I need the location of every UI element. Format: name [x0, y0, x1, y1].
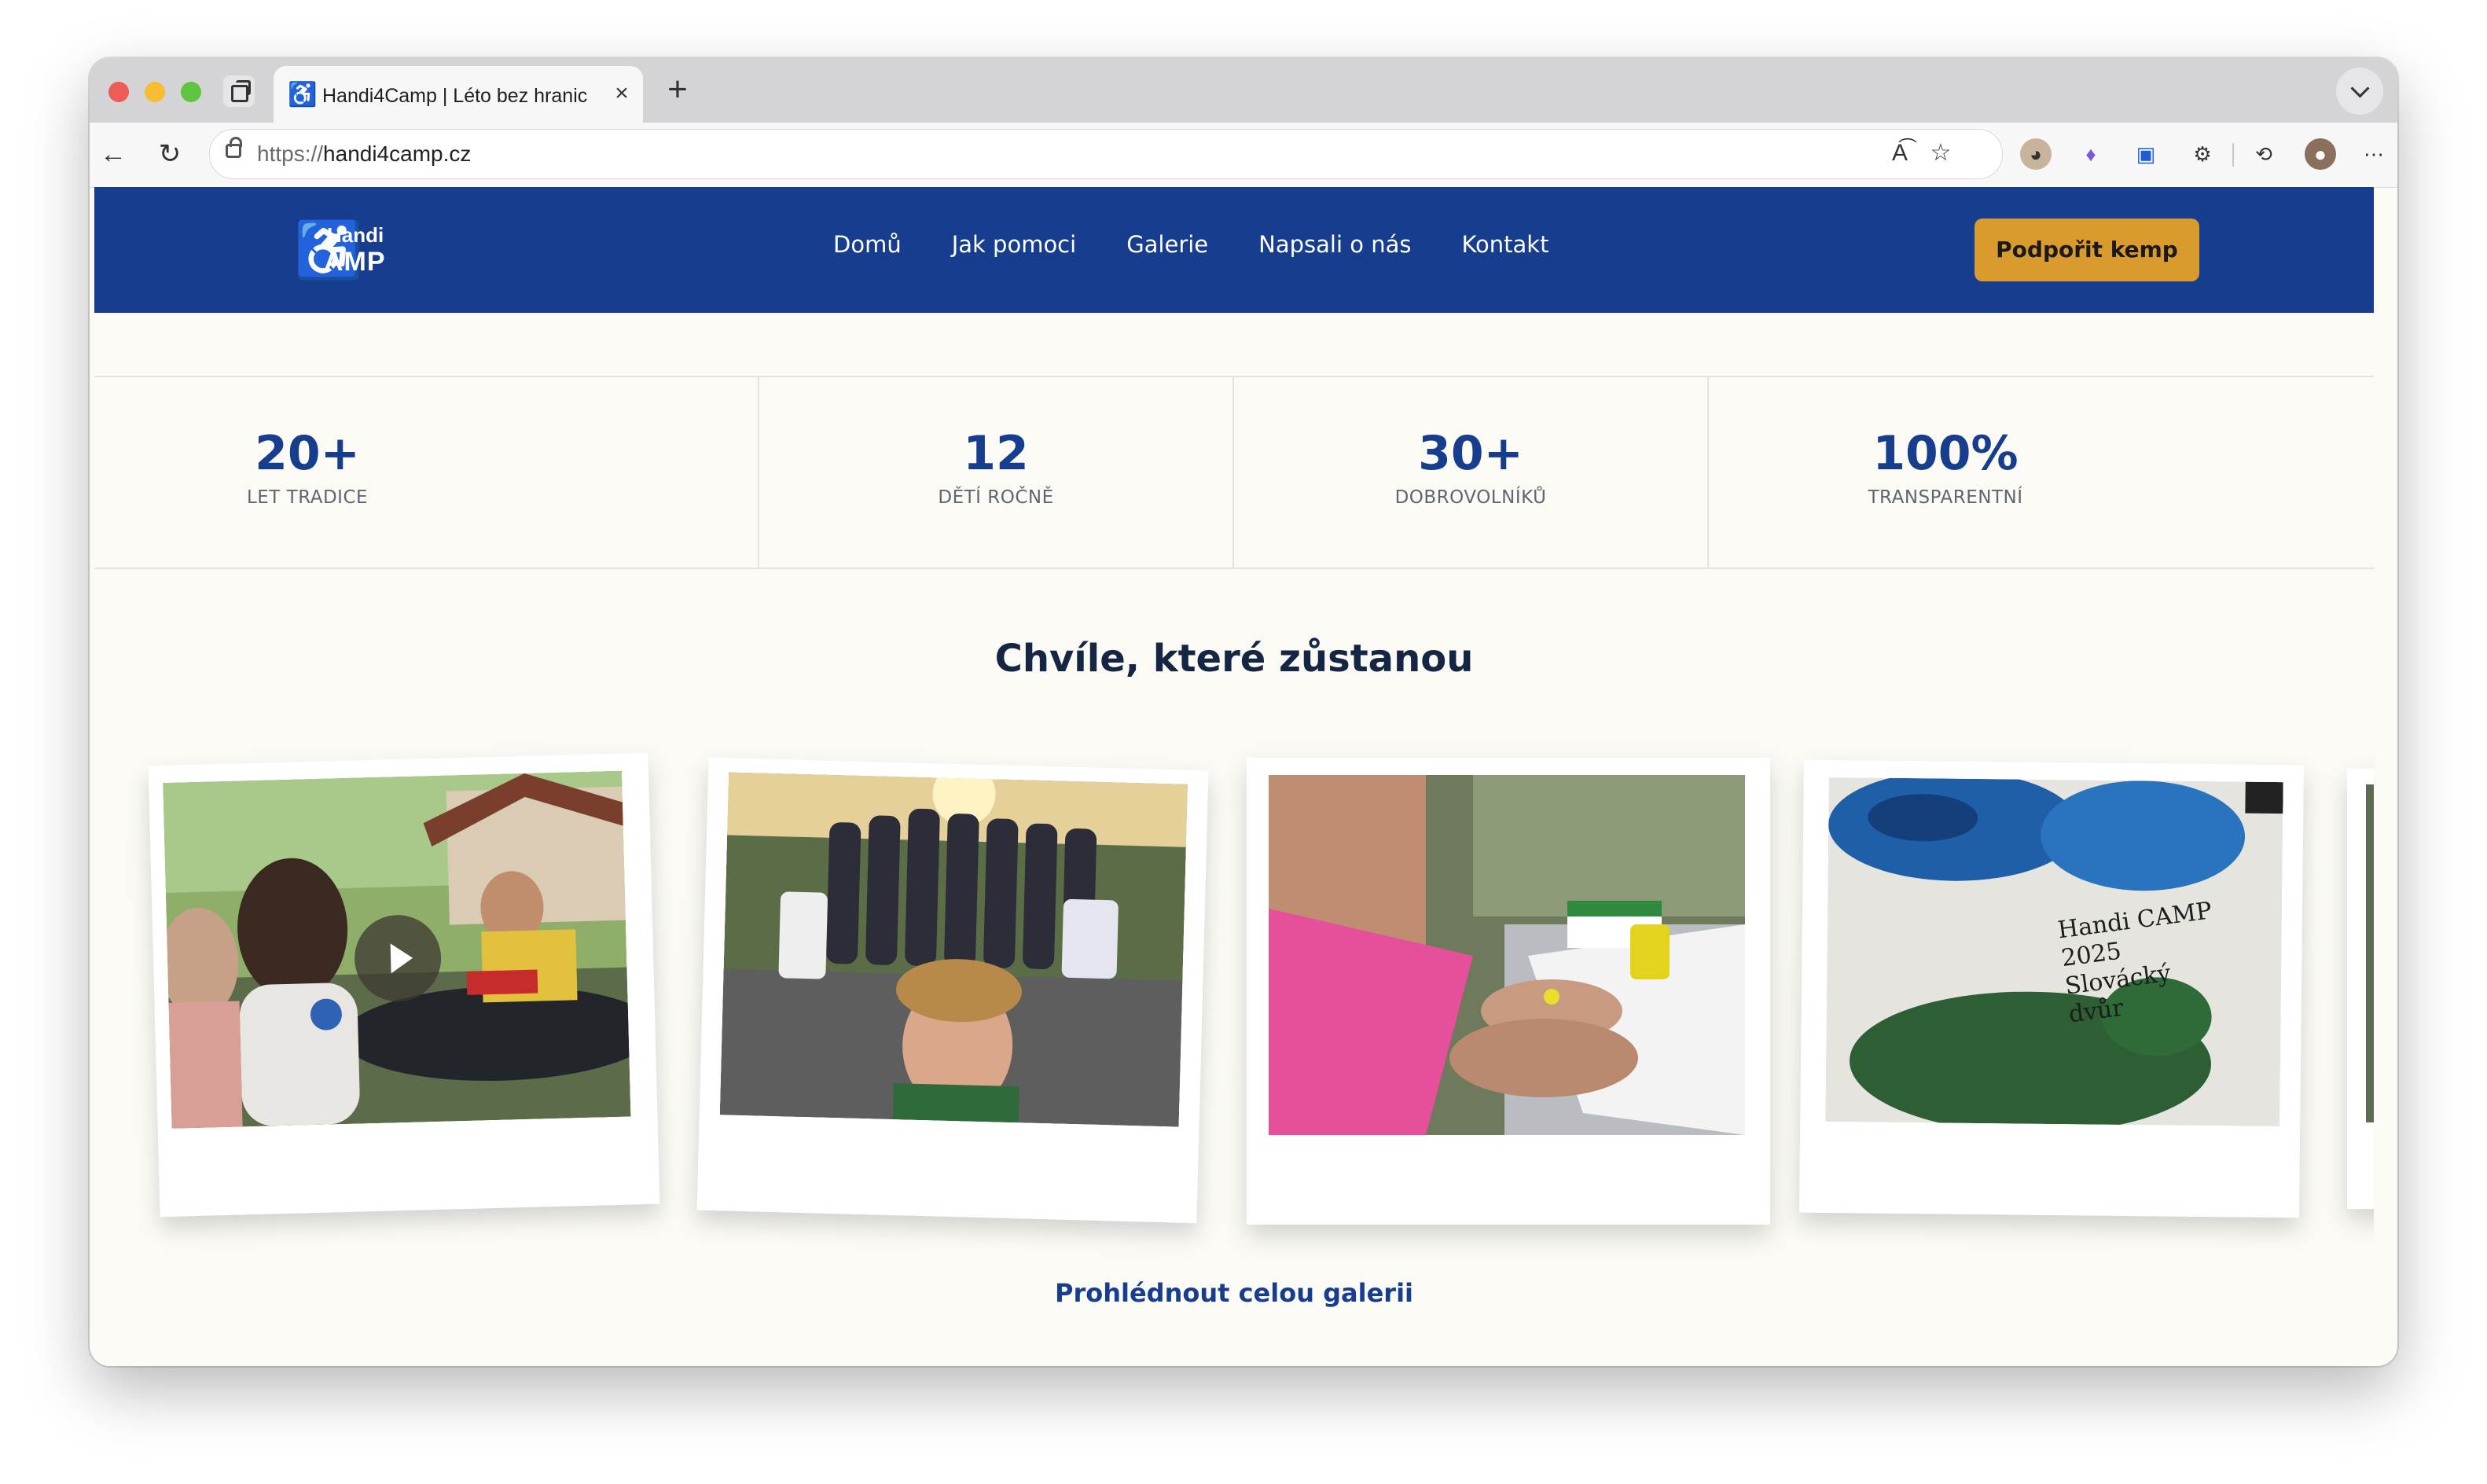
extension-crystal-icon[interactable]: ♦ [2075, 138, 2107, 170]
nav-link-galerie[interactable]: Galerie [1126, 231, 1208, 258]
photo-painting-hands [1269, 775, 1745, 1135]
stat-value: 100% [1872, 426, 2019, 481]
photo-frame: Handi CAMP 2025 Slovácký dvůr [1825, 777, 2283, 1127]
stat-item: 12 DĚTÍ ROČNĚ [759, 377, 1232, 568]
bag-printed-text: Handi CAMP 2025 Slovácký dvůr [2055, 897, 2214, 1029]
stat-item: 20+ LET TRADICE [141, 377, 473, 568]
tab-share-icon[interactable]: ▣ [2130, 138, 2162, 170]
wheelchair-icon: ♿ [288, 82, 318, 108]
photo-group-selfie [719, 772, 1188, 1127]
site-navbar: ♿ Handi AMP Domů Jak pomoci Galerie Naps… [94, 187, 2374, 313]
back-arrow-icon[interactable]: ← [96, 137, 130, 171]
logo-text-bottom: AMP [324, 247, 386, 277]
more-menu-icon[interactable]: ⋯ [2358, 138, 2390, 170]
tab-strip: ♿ Handi4Camp | Léto bez hranic × + [90, 58, 2397, 123]
stat-label: LET TRADICE [246, 487, 369, 508]
extension-face-icon[interactable]: ◕ [2020, 138, 2052, 170]
minimize-window-button[interactable] [145, 82, 165, 102]
close-window-button[interactable] [108, 82, 129, 102]
browser-tab[interactable]: ♿ Handi4Camp | Léto bez hranic × [274, 66, 643, 123]
stat-label: DOBROVOLNÍKŮ [1394, 487, 1547, 508]
gallery-video-card[interactable] [148, 752, 660, 1218]
browser-window: ♿ Handi4Camp | Léto bez hranic × + ← ↻ h… [90, 58, 2397, 1366]
photo-frame [719, 772, 1188, 1127]
nav-link-jak-pomoci[interactable]: Jak pomoci [952, 231, 1076, 258]
stat-value: 30+ [1418, 426, 1523, 481]
site-logo[interactable]: ♿ Handi AMP [294, 215, 396, 283]
nav-link-domu[interactable]: Domů [833, 231, 902, 258]
video-thumbnail [163, 770, 631, 1129]
read-aloud-icon[interactable]: A͡ [1884, 138, 1916, 169]
photo-frame [1269, 775, 1745, 1135]
view-full-gallery-link[interactable]: Prohlédnout celou galerii [94, 1278, 2374, 1308]
support-camp-button[interactable]: Podpořit kemp [1975, 219, 2199, 281]
logo-text-top: Handi [327, 223, 384, 247]
gallery-photo-card-partial[interactable] [2347, 769, 2374, 1209]
star-icon[interactable]: ☆ [1925, 138, 1956, 169]
stats-bar: 20+ LET TRADICE 12 DĚTÍ ROČNĚ 30+ DOBROV… [94, 376, 2374, 569]
stat-value: 20+ [255, 426, 360, 481]
extensions-puzzle-icon[interactable]: ⚙ [2187, 138, 2218, 170]
maximize-window-button[interactable] [181, 82, 201, 102]
url-text: https://handi4camp.cz [257, 141, 472, 166]
web-page: ♿ Handi AMP Domů Jak pomoci Galerie Naps… [94, 187, 2374, 1366]
gallery-photo-card[interactable] [696, 757, 1209, 1224]
stat-label: TRANSPARENTNÍ [1868, 487, 2023, 508]
lock-icon[interactable] [226, 137, 242, 158]
gallery-photo-card[interactable]: Handi CAMP 2025 Slovácký dvůr [1799, 759, 2304, 1218]
nav-link-kontakt[interactable]: Kontakt [1461, 231, 1548, 258]
browser-toolbar: ← ↻ https://handi4camp.cz A͡ ☆ ◕ ♦ ▣ ⚙ ⟲… [90, 123, 2397, 188]
stat-value: 12 [963, 426, 1029, 481]
avatar[interactable]: ● [2305, 138, 2336, 170]
chevron-down-icon[interactable] [2336, 68, 2383, 115]
nav-links: Domů Jak pomoci Galerie Napsali o nás Ko… [833, 231, 1599, 258]
address-bar[interactable]: https://handi4camp.cz A͡ ☆ [209, 129, 2003, 179]
tab-title: Handi4Camp | Léto bez hranic [322, 85, 588, 107]
stat-label: DĚTÍ ROČNĚ [938, 487, 1054, 508]
gallery-title: Chvíle, které zůstanou [994, 637, 1474, 681]
gallery-photo-card[interactable] [1247, 758, 1770, 1225]
reload-icon[interactable]: ↻ [152, 137, 187, 171]
toolbar-divider [2232, 143, 2234, 167]
stat-item: 100% TRANSPARENTNÍ [1709, 377, 2182, 568]
tab-actions-icon[interactable] [223, 75, 255, 107]
stat-item: 30+ DOBROVOLNÍKŮ [1234, 377, 1707, 568]
new-tab-icon[interactable]: + [660, 72, 695, 108]
nav-link-napsali-o-nas[interactable]: Napsali o nás [1258, 231, 1411, 258]
close-tab-icon[interactable]: × [608, 80, 635, 107]
history-icon[interactable]: ⟲ [2248, 138, 2279, 170]
photo-frame [2366, 784, 2374, 1122]
